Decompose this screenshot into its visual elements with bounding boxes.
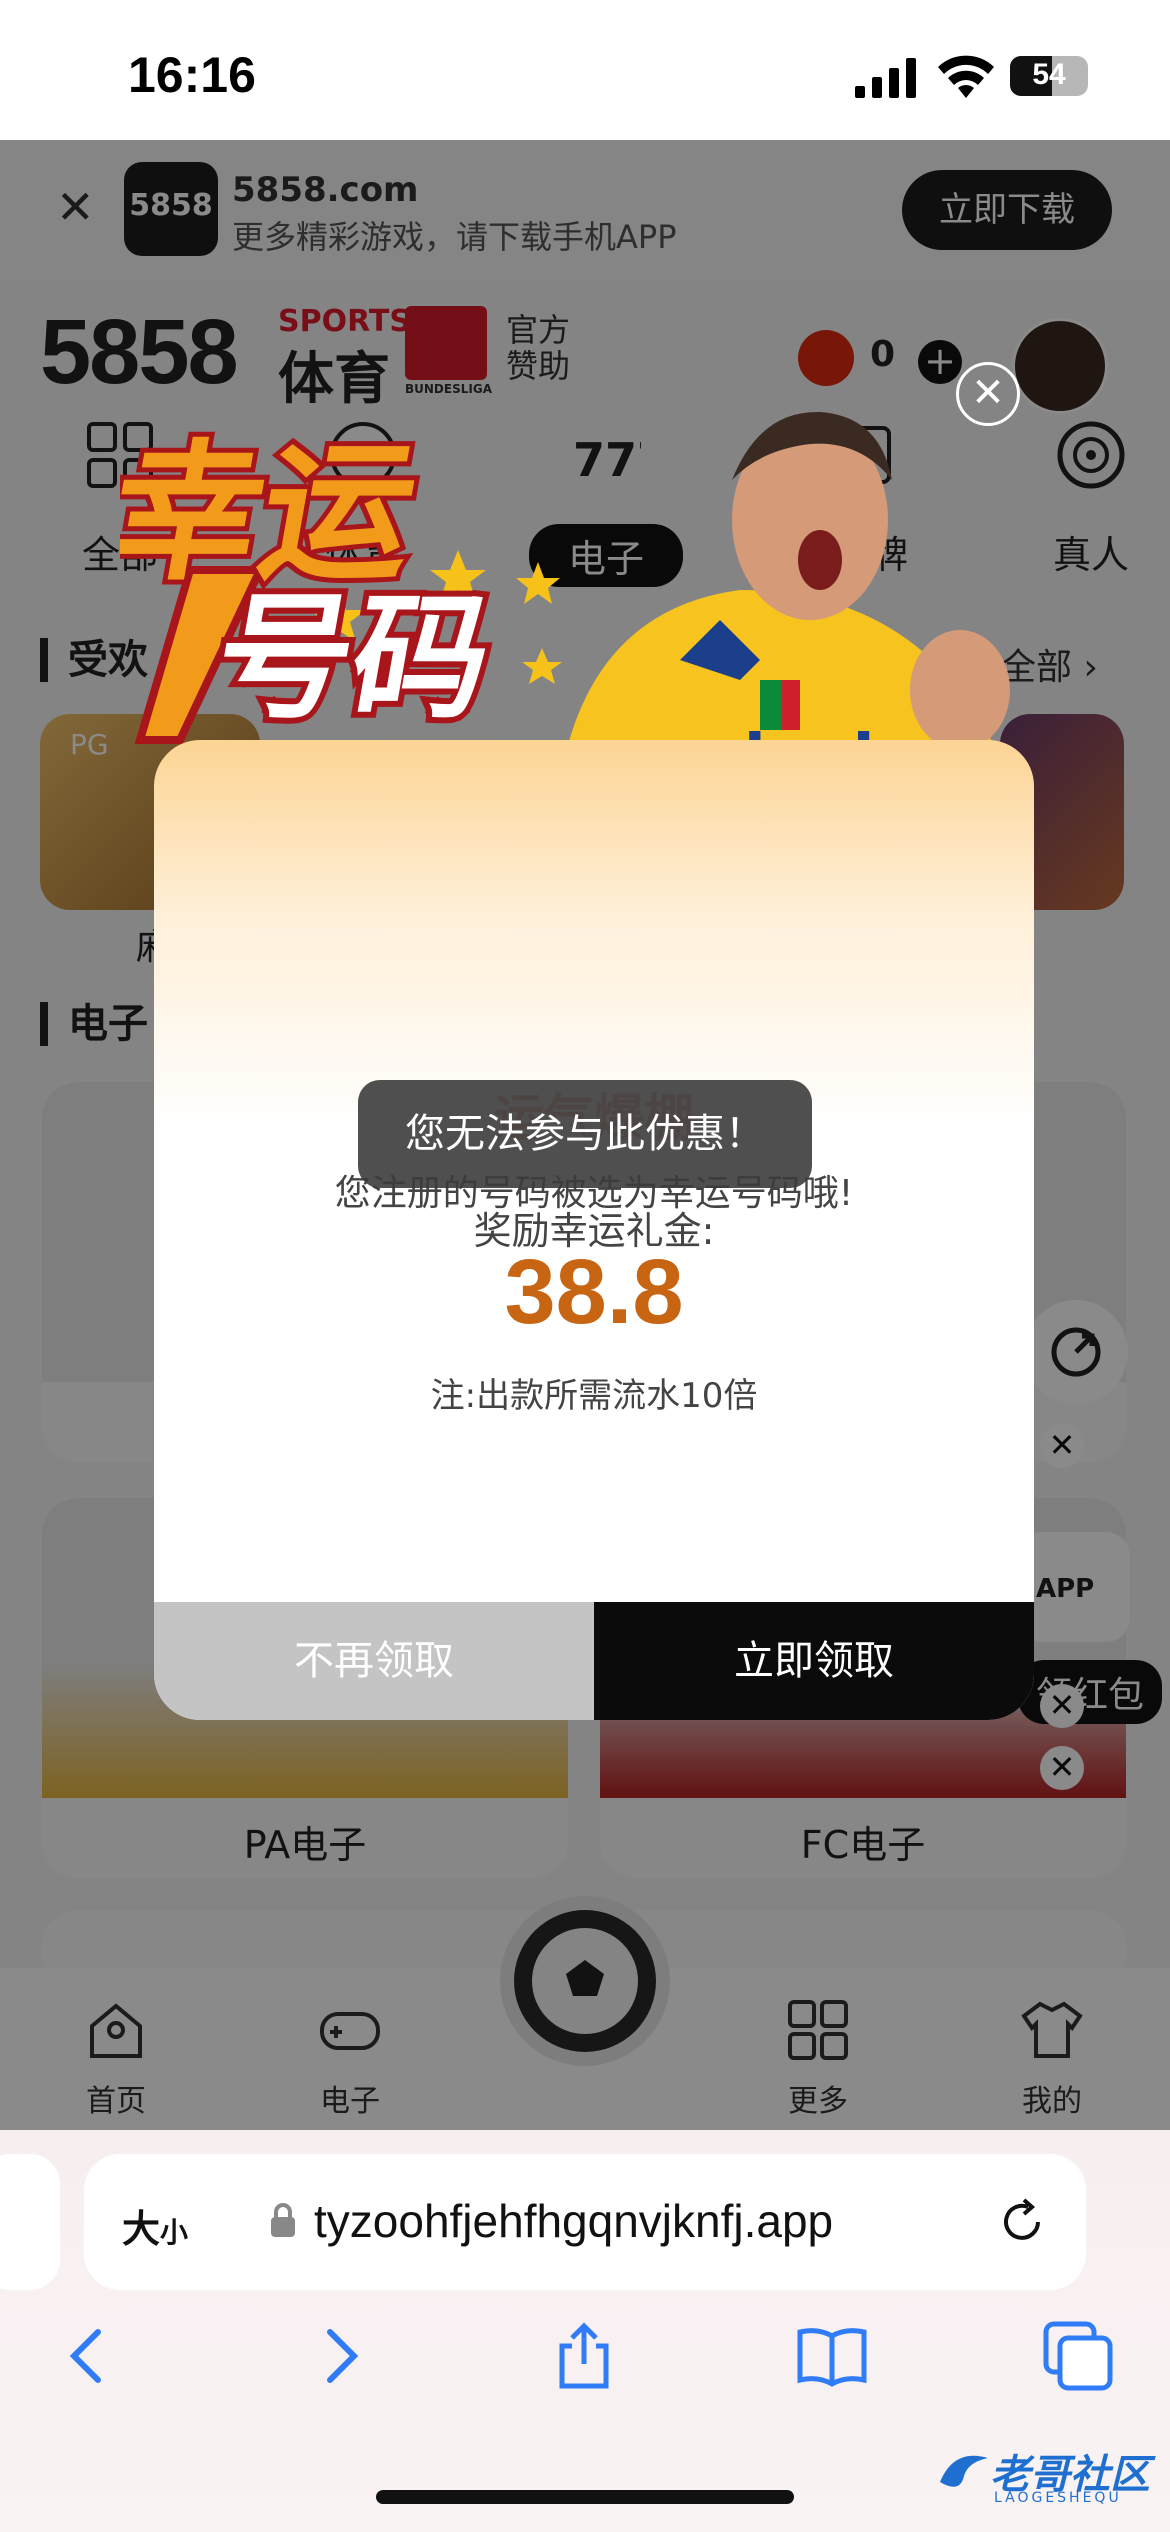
bookmarks-icon[interactable] xyxy=(796,2320,868,2392)
text-size-small: 小 xyxy=(160,2216,189,2249)
reload-icon[interactable] xyxy=(994,2194,1050,2250)
dragon-icon xyxy=(940,2455,988,2487)
cellular-signal-icon xyxy=(855,58,916,98)
battery-icon: 54 xyxy=(1010,56,1088,96)
wifi-icon xyxy=(938,55,994,98)
back-icon[interactable] xyxy=(52,2320,124,2392)
toast-message: 您无法参与此优惠！ xyxy=(358,1080,812,1188)
url-text: tyzoohfjehfhgqnvjknfj.app xyxy=(314,2195,834,2247)
text-size-large: 大 xyxy=(122,2207,161,2251)
reward-amount: 38.8 xyxy=(504,1241,684,1343)
claim-button[interactable]: 立即领取 xyxy=(594,1602,1034,1720)
decline-button[interactable]: 不再领取 xyxy=(154,1602,594,1720)
previous-tab-peek[interactable] xyxy=(0,2154,60,2290)
status-time: 16:16 xyxy=(128,47,256,103)
lucky-number-modal: 运气爆棚 您注册的号码被选为幸运号码哦! 奖励幸运礼金: 38.8 注:出款所需… xyxy=(154,740,1034,1720)
watermark-sub: LAOGESHEQU xyxy=(994,2490,1122,2506)
status-bar: 16:16 54 xyxy=(0,0,1170,140)
text-size-button[interactable]: 大小 xyxy=(122,2198,188,2253)
tabs-icon[interactable] xyxy=(1042,2320,1114,2392)
forward-icon[interactable] xyxy=(304,2320,376,2392)
close-circle-icon[interactable]: ✕ xyxy=(956,362,1020,426)
share-icon[interactable] xyxy=(548,2320,620,2392)
reward-note: 注:出款所需流水10倍 xyxy=(430,1376,758,1416)
watermark-logo: 老哥社区 LAOGESHEQU xyxy=(934,2436,1158,2516)
lock-icon xyxy=(271,2203,295,2237)
battery-percent: 54 xyxy=(1032,58,1066,91)
home-indicator xyxy=(376,2490,794,2504)
address-bar[interactable]: 大小 tyzoohfjehfhgqnvjknfj.app xyxy=(84,2154,1086,2290)
